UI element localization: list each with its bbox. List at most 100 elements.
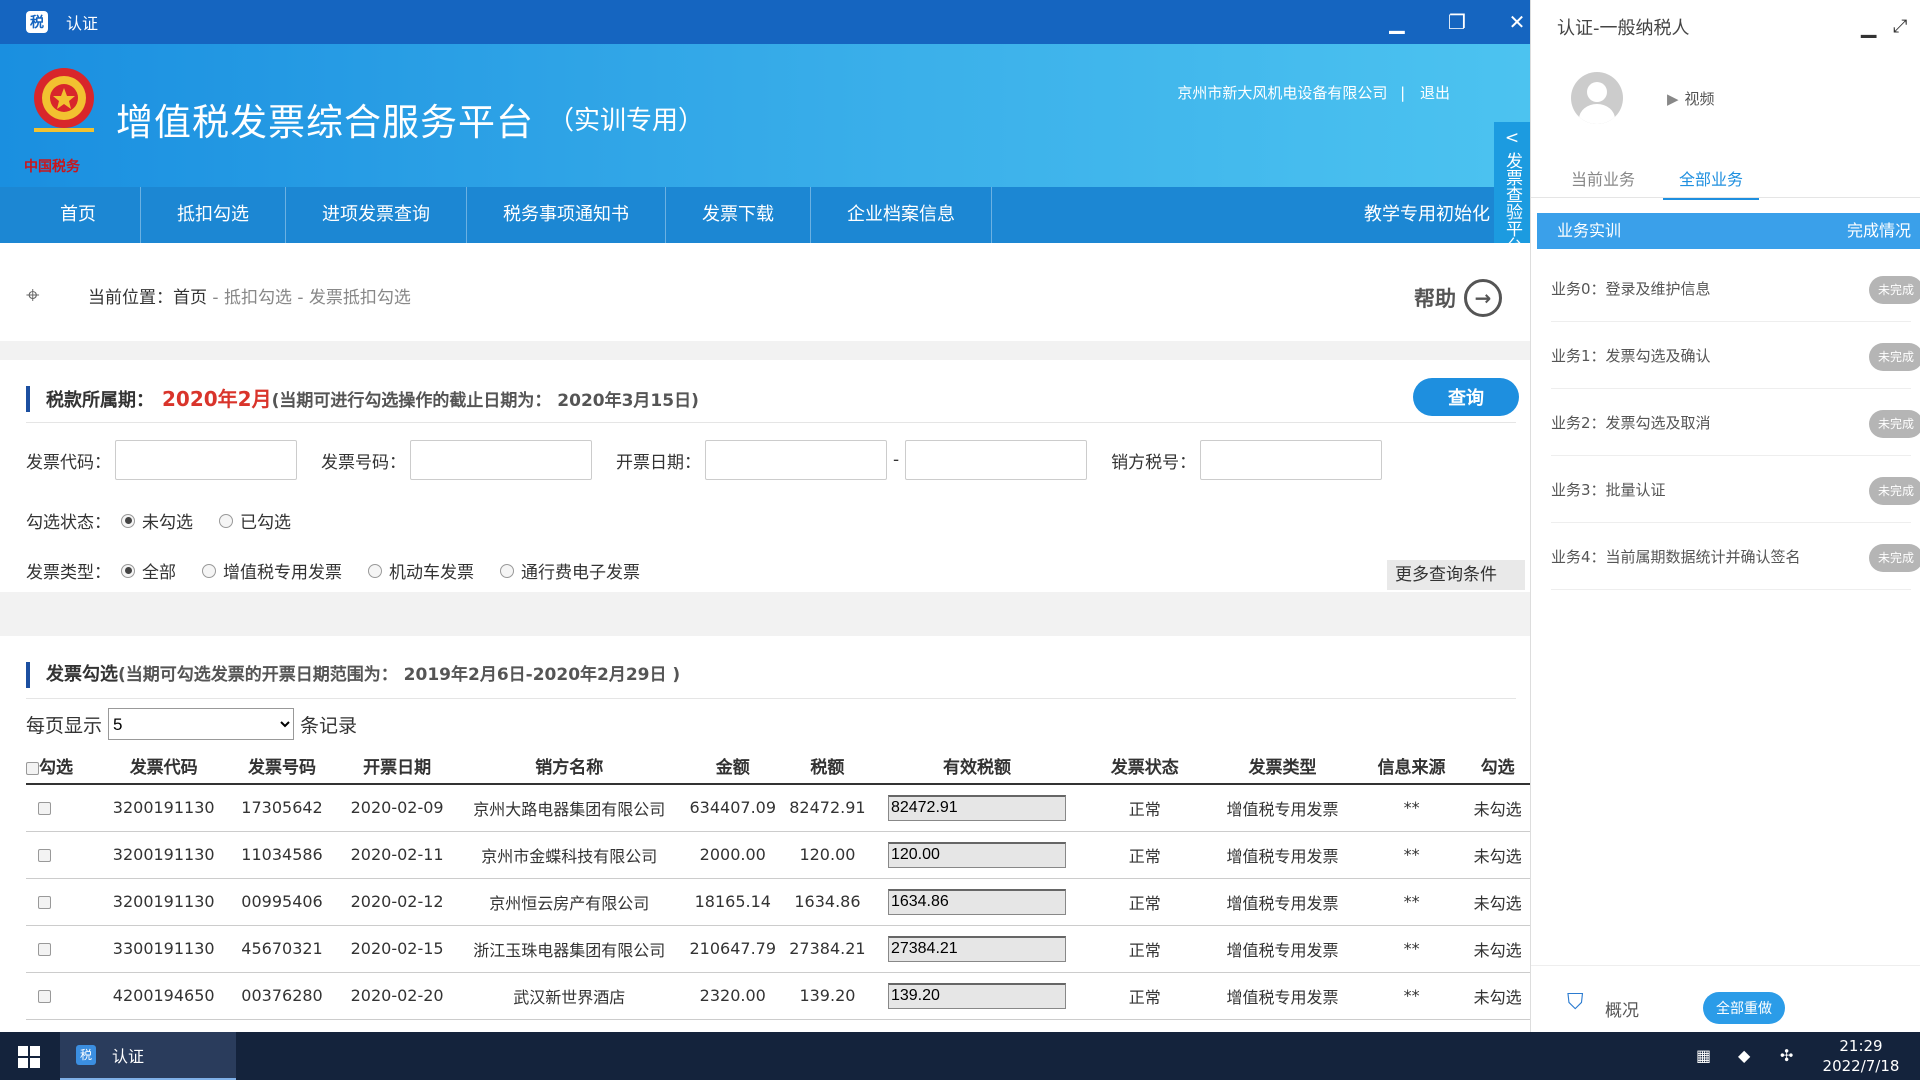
- row-checkbox[interactable]: [38, 896, 51, 909]
- query-fields-row: 发票代码： 发票号码： 开票日期： - 销方税号：: [26, 440, 1383, 480]
- column-header: 发票状态: [1082, 748, 1208, 785]
- valid-tax-input[interactable]: [887, 982, 1066, 1009]
- system-clock[interactable]: 21:29 2022/7/18: [1816, 1036, 1906, 1076]
- cell-seller: 浙江玉珠电器集团有限公司: [456, 925, 683, 973]
- task-item[interactable]: 业务2：发票勾选及取消 未完成: [1551, 390, 1920, 456]
- column-header: 勾选: [1465, 748, 1530, 785]
- task-item[interactable]: 业务0：登录及维护信息 未完成: [1551, 256, 1920, 322]
- cell-type: 增值税专用发票: [1207, 878, 1358, 926]
- nav-item-home[interactable]: 首页: [0, 187, 141, 243]
- row-checkbox[interactable]: [38, 990, 51, 1003]
- type-radio-motor-vehicle[interactable]: 机动车发票: [368, 558, 474, 583]
- overview-link[interactable]: 概况: [1605, 996, 1639, 1021]
- play-icon: ▶: [1667, 90, 1679, 108]
- radio-dot: [219, 513, 233, 528]
- panel-title: 认证-一般纳税人: [1557, 18, 1690, 39]
- column-header: 销方名称: [456, 748, 683, 785]
- valid-tax-input[interactable]: [887, 841, 1066, 868]
- side-tab-label: 发票查验平台: [1502, 152, 1522, 254]
- nav-item-company-profile[interactable]: 企业档案信息: [811, 187, 992, 243]
- task-header-left: 业务实训: [1557, 221, 1622, 240]
- tax-period-value: 2020年2月: [162, 387, 272, 411]
- nav-item-tax-notice[interactable]: 税务事项通知书: [467, 187, 666, 243]
- avatar: [1571, 72, 1623, 124]
- valid-tax-input[interactable]: [887, 888, 1066, 915]
- logout-link[interactable]: 退出: [1420, 84, 1450, 102]
- invoice-date-start-input[interactable]: [705, 440, 887, 480]
- more-query-conditions-button[interactable]: 更多查询条件: [1387, 560, 1525, 590]
- tab-current-tasks[interactable]: 当前业务: [1571, 166, 1635, 190]
- table-row[interactable]: 3200191130 17305642 2020-02-09 京州大路电器集团有…: [26, 784, 1530, 832]
- task-item[interactable]: 业务3：批量认证 未完成: [1551, 457, 1920, 523]
- cell-type: 增值税专用发票: [1207, 784, 1358, 832]
- cell-status: 正常: [1082, 784, 1208, 832]
- table-row[interactable]: 3200191130 00995406 2020-02-12 京州恒云房产有限公…: [26, 878, 1530, 926]
- close-button[interactable]: ✕: [1500, 8, 1530, 36]
- radio-label: 增值税专用发票: [223, 563, 342, 583]
- breadcrumb-home[interactable]: 首页: [173, 288, 207, 308]
- panel-expand-icon[interactable]: ⤢: [1893, 16, 1907, 37]
- cell-seller: 京州市金蝶科技有限公司: [456, 831, 683, 879]
- task-header-right: 完成情况: [1846, 221, 1911, 240]
- invoice-code-input[interactable]: [115, 440, 297, 480]
- cell-amount: 2320.00: [682, 972, 784, 1020]
- invoice-number-input[interactable]: [410, 440, 592, 480]
- valid-tax-input[interactable]: [887, 794, 1066, 821]
- row-select-cell: [26, 784, 102, 832]
- invoice-selection-panel: 发票勾选(当期可勾选发票的开票日期范围为： 2019年2月6日-2020年2月2…: [0, 636, 1530, 1032]
- restore-button[interactable]: ❐: [1440, 8, 1474, 36]
- nav-item-deduction-select[interactable]: 抵扣勾选: [141, 187, 286, 243]
- video-label: 视频: [1684, 90, 1715, 108]
- nav-item-input-invoice-query[interactable]: 进项发票查询: [286, 187, 467, 243]
- nav-item-invoice-download[interactable]: 发票下载: [666, 187, 811, 243]
- cell-amount: 210647.79: [682, 925, 784, 973]
- status-radio-selected[interactable]: 已勾选: [219, 508, 291, 533]
- task-item[interactable]: 业务1：发票勾选及确认 未完成: [1551, 323, 1920, 389]
- cell-source: **: [1357, 925, 1466, 973]
- type-radio-vat-special[interactable]: 增值税专用发票: [202, 558, 342, 583]
- row-checkbox[interactable]: [38, 849, 51, 862]
- cell-number: 00376280: [226, 972, 338, 1020]
- help-button[interactable]: 帮助 →: [1414, 279, 1502, 317]
- status-badge: 未完成: [1869, 343, 1920, 371]
- network-icon[interactable]: ✣: [1780, 1046, 1793, 1065]
- type-radio-all[interactable]: 全部: [121, 558, 176, 583]
- breadcrumb-level1[interactable]: 抵扣勾选: [224, 288, 292, 308]
- query-button[interactable]: 查询: [1413, 378, 1519, 416]
- table-row[interactable]: 4200194650 00376280 2020-02-20 武汉新世界酒店 2…: [26, 972, 1530, 1020]
- table-row[interactable]: 3200191130 11034586 2020-02-11 京州市金蝶科技有限…: [26, 831, 1530, 879]
- invoice-date-end-input[interactable]: [905, 440, 1088, 480]
- nav-item-teaching-init[interactable]: 教学专用初始化: [1364, 187, 1490, 243]
- avatar-head: [1587, 82, 1607, 102]
- select-all-checkbox[interactable]: [26, 761, 39, 775]
- video-link[interactable]: ▶ 视频: [1667, 88, 1715, 109]
- radio-label: 全部: [142, 563, 176, 583]
- cell-number: 17305642: [226, 784, 338, 832]
- calculator-icon[interactable]: ▦: [1696, 1046, 1711, 1065]
- task-item[interactable]: 业务4：当前属期数据统计并确认签名 未完成: [1551, 524, 1920, 590]
- windows-start-icon[interactable]: [18, 1046, 40, 1068]
- type-radio-toll-electronic[interactable]: 通行费电子发票: [500, 558, 640, 583]
- cell-valid-tax: [871, 972, 1083, 1020]
- tag-icon[interactable]: ◆: [1738, 1046, 1750, 1065]
- seller-tax-input[interactable]: [1200, 440, 1383, 480]
- task-name: 业务3：批量认证: [1551, 481, 1666, 499]
- status-radio-unselected[interactable]: 未勾选: [121, 508, 193, 533]
- cell-checked: 未勾选: [1465, 784, 1530, 832]
- cell-code: 3200191130: [101, 878, 227, 926]
- table-row[interactable]: 3300191130 45670321 2020-02-15 浙江玉珠电器集团有…: [26, 925, 1530, 973]
- row-checkbox[interactable]: [38, 802, 51, 816]
- per-page-select[interactable]: 5: [108, 708, 295, 740]
- taskbar-app-button[interactable]: 税 认证: [60, 1032, 236, 1080]
- cell-valid-tax: [871, 831, 1083, 879]
- panel-minimize-icon[interactable]: ▁: [1861, 14, 1876, 38]
- redo-all-button[interactable]: 全部重做: [1703, 992, 1785, 1024]
- minimize-button[interactable]: ▁: [1380, 8, 1414, 36]
- cell-tax: 82472.91: [783, 784, 872, 832]
- row-checkbox[interactable]: [38, 943, 51, 956]
- tab-all-tasks[interactable]: 全部业务: [1663, 166, 1760, 200]
- row-select-cell: [26, 972, 102, 1020]
- valid-tax-input[interactable]: [887, 935, 1066, 962]
- cell-date: 2020-02-11: [337, 831, 457, 879]
- deadline-note: (当期可进行勾选操作的截止日期为： 2020年3月15日): [271, 391, 699, 411]
